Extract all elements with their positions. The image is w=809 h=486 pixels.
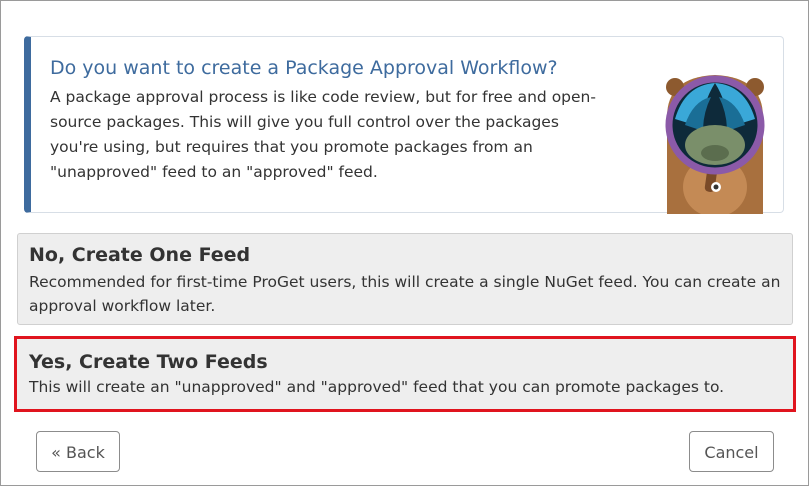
groundhog-magnifying-glass-icon [665, 75, 765, 214]
cancel-button[interactable]: Cancel [689, 431, 774, 472]
back-button[interactable]: « Back [36, 431, 120, 472]
create-two-feeds-option[interactable]: Yes, Create Two Feeds This will create a… [14, 336, 796, 412]
callout-title: Do you want to create a Package Approval… [50, 57, 558, 79]
create-one-feed-option[interactable]: No, Create One Feed Recommended for firs… [17, 233, 793, 325]
approval-workflow-callout: Do you want to create a Package Approval… [24, 36, 784, 214]
option-description: Recommended for first-time ProGet users,… [29, 273, 781, 315]
option-description: This will create an "unapproved" and "ap… [29, 378, 725, 396]
callout-description: A package approval process is like code … [50, 88, 596, 181]
option-title: Yes, Create Two Feeds [29, 351, 268, 373]
option-title: No, Create One Feed [29, 244, 251, 266]
